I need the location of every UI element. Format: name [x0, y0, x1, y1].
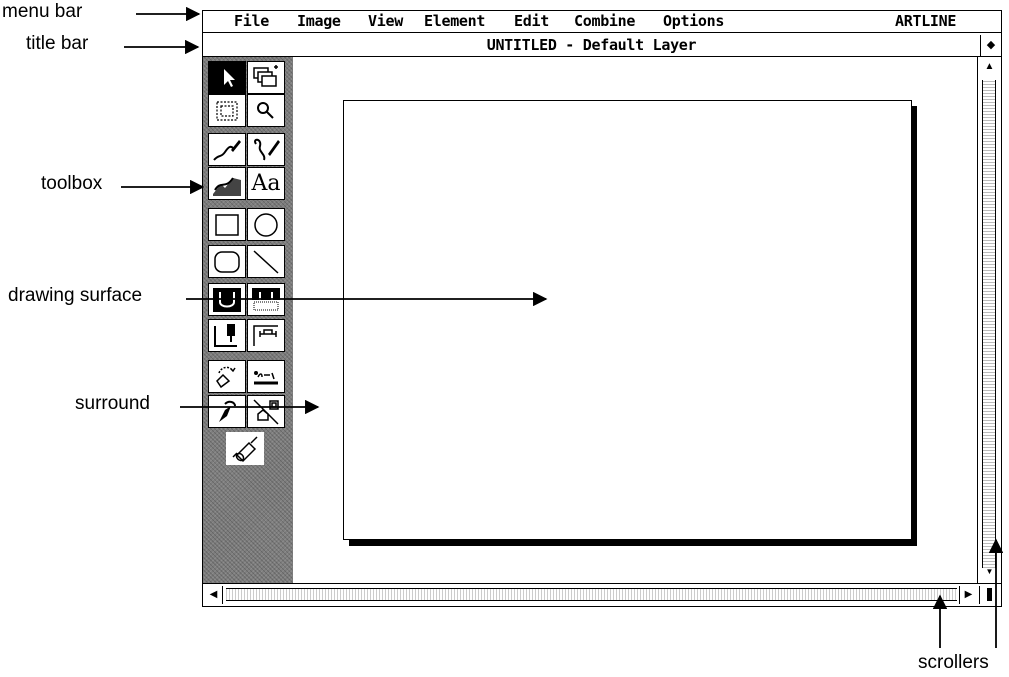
callout-arrows [121, 6, 1004, 648]
